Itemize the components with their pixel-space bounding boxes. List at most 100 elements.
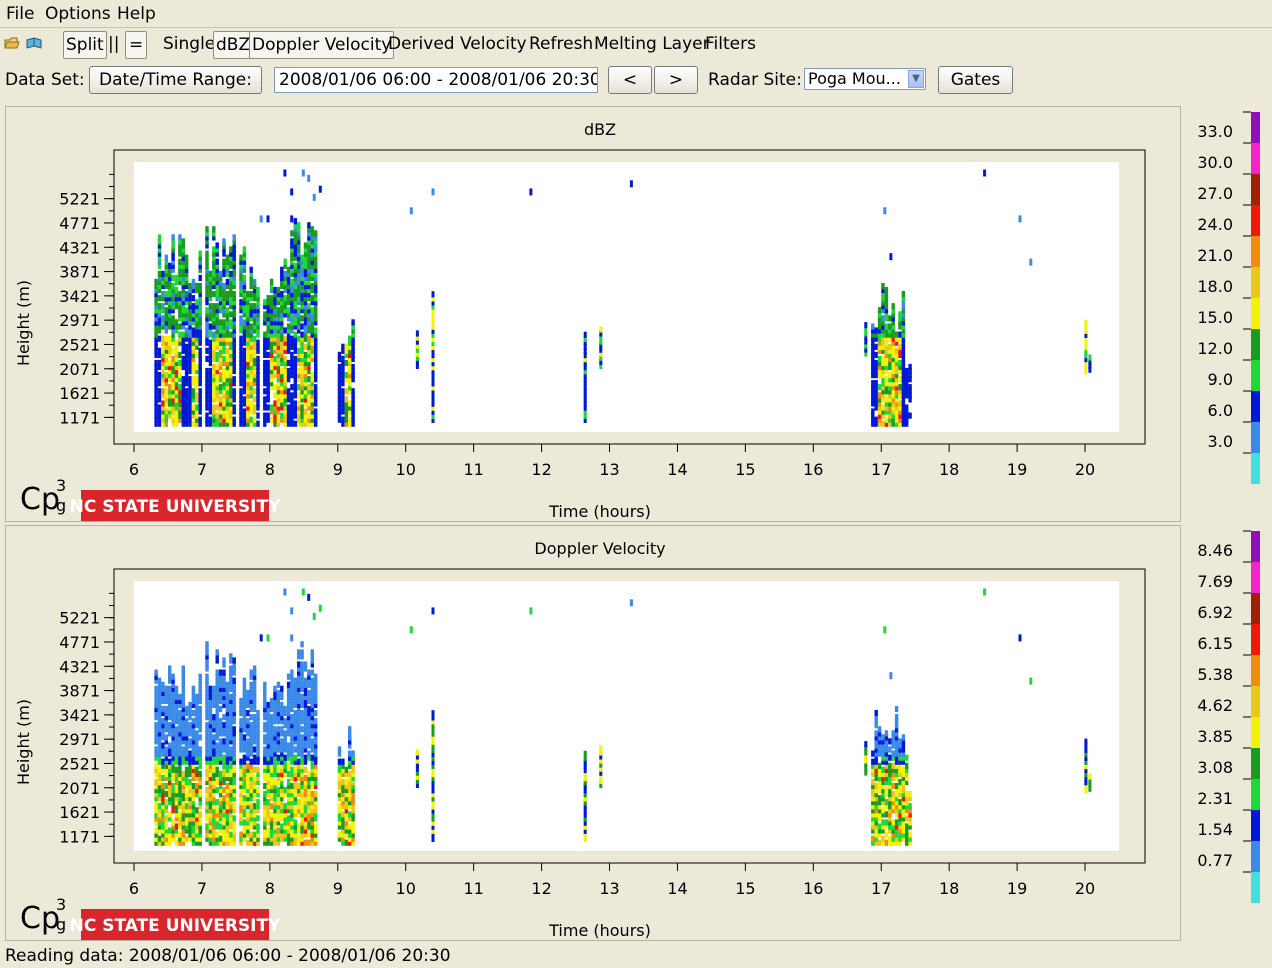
chart-title: dBZ <box>584 120 616 139</box>
split-vertical-button[interactable]: || <box>108 31 119 57</box>
echo-cell <box>1088 354 1092 361</box>
echo-cell <box>898 311 902 318</box>
echo-cell <box>171 234 175 241</box>
colorbar-segment <box>1251 686 1260 717</box>
echo-cell <box>864 322 868 329</box>
echo-cell <box>297 758 301 765</box>
next-button[interactable]: > <box>654 66 698 94</box>
refresh-button[interactable]: Refresh <box>529 31 593 57</box>
colorbar-tick-label: 36.0 <box>1197 106 1233 110</box>
colorbar-segment <box>1251 810 1260 841</box>
colorbar-tick-label: 2.31 <box>1197 789 1233 808</box>
echo-cell <box>341 811 345 818</box>
echo-cell <box>901 291 906 298</box>
echo-cell <box>310 677 314 684</box>
echo-cell <box>212 685 216 692</box>
echo-cell <box>174 286 179 294</box>
echo-cell <box>905 754 909 761</box>
dbz-button[interactable]: dBZ <box>213 31 254 59</box>
echo-cell <box>871 835 875 842</box>
echo-cell <box>239 315 243 322</box>
echo-cell <box>293 754 297 761</box>
echo-cell <box>303 242 308 249</box>
echo-cell <box>283 754 287 761</box>
echo-cell <box>908 412 912 419</box>
echo-cell <box>171 315 175 322</box>
echo-cell <box>171 274 175 281</box>
echo-cell <box>178 831 182 838</box>
split-horizontal-button[interactable]: = <box>125 31 148 59</box>
x-tick-label: 15 <box>735 460 755 479</box>
echo-cell <box>293 819 297 826</box>
echo-cell <box>269 278 274 285</box>
echo-cell <box>529 188 533 196</box>
echo-cell <box>314 408 318 415</box>
echo-cell <box>905 762 909 769</box>
menu-help[interactable]: Help <box>117 4 156 24</box>
echo-cell <box>293 807 297 814</box>
x-tick-label: 18 <box>939 460 959 479</box>
echo-cell <box>286 359 291 367</box>
echo-cell <box>307 335 311 342</box>
echo-cell <box>310 791 314 798</box>
x-tick-label: 20 <box>1075 879 1095 898</box>
echo-cell <box>161 388 165 395</box>
x-tick-label: 17 <box>871 879 891 898</box>
x-tick-label: 7 <box>197 460 207 479</box>
echo-cell <box>205 250 209 257</box>
echo-cell <box>307 839 311 846</box>
x-tick-label: 12 <box>531 879 551 898</box>
menu-file[interactable]: File <box>6 4 34 24</box>
echo-cell <box>212 291 216 298</box>
echo-cell <box>164 746 168 753</box>
y-tick-label: 5221 <box>59 609 100 628</box>
date-range-field[interactable]: 2008/01/06 06:00 - 2008/01/06 20:30 <box>274 67 598 93</box>
derived-velocity-button[interactable]: Derived Velocity <box>388 31 527 57</box>
radar-site-select[interactable]: Poga Mou... ▼ <box>804 68 926 90</box>
echo-cell <box>205 673 209 680</box>
echo-cell <box>351 363 355 371</box>
echo-cell <box>280 726 284 733</box>
echo-cell <box>310 754 314 761</box>
echo-cell <box>297 661 301 668</box>
echo-cell <box>337 363 342 371</box>
echo-cell <box>161 705 165 713</box>
doppler-panel: Doppler Velocity 1171 1621 2071 2521 2971 3421… <box>5 525 1181 941</box>
y-tick-label: 1621 <box>59 384 100 403</box>
echo-cell <box>286 770 291 777</box>
echo-cell <box>232 677 236 684</box>
melting-layer-button[interactable]: Melting Layer <box>594 31 710 57</box>
echo-cell <box>874 782 878 790</box>
gates-button[interactable]: Gates <box>938 66 1013 94</box>
filters-button[interactable]: Filters <box>705 31 756 57</box>
echo-cell <box>252 404 257 411</box>
prev-button[interactable]: < <box>608 66 652 94</box>
echo-cell <box>314 710 318 717</box>
chevron-down-icon[interactable]: ▼ <box>908 70 924 88</box>
x-tick-label: 10 <box>396 460 416 479</box>
echo-cell <box>283 270 287 277</box>
open-book-icon[interactable] <box>26 36 42 50</box>
echo-cell <box>229 831 233 838</box>
single-button[interactable]: Single <box>163 31 215 57</box>
echo-cell <box>894 347 899 354</box>
echo-cell <box>161 718 165 725</box>
echo-cell <box>874 359 878 367</box>
cpg-logo-sup: 3 <box>56 895 66 914</box>
echo-cell <box>908 791 912 798</box>
echo-cell <box>293 746 297 753</box>
echo-cell <box>184 291 189 298</box>
echo-cell <box>246 762 250 769</box>
echo-cell <box>198 347 202 354</box>
echo-cell <box>884 811 889 818</box>
menu-options[interactable]: Options <box>45 4 111 24</box>
doppler-velocity-button[interactable]: Doppler Velocity <box>249 31 395 59</box>
echo-cell <box>1088 773 1092 780</box>
open-folder-icon[interactable] <box>4 36 20 50</box>
echo-cell <box>310 669 314 676</box>
split-button[interactable]: Split <box>63 31 107 59</box>
echo-cell <box>314 823 318 830</box>
date-range-button[interactable]: Date/Time Range: <box>89 66 262 94</box>
x-tick-label: 16 <box>803 879 823 898</box>
colorbar-segment <box>1251 360 1260 391</box>
